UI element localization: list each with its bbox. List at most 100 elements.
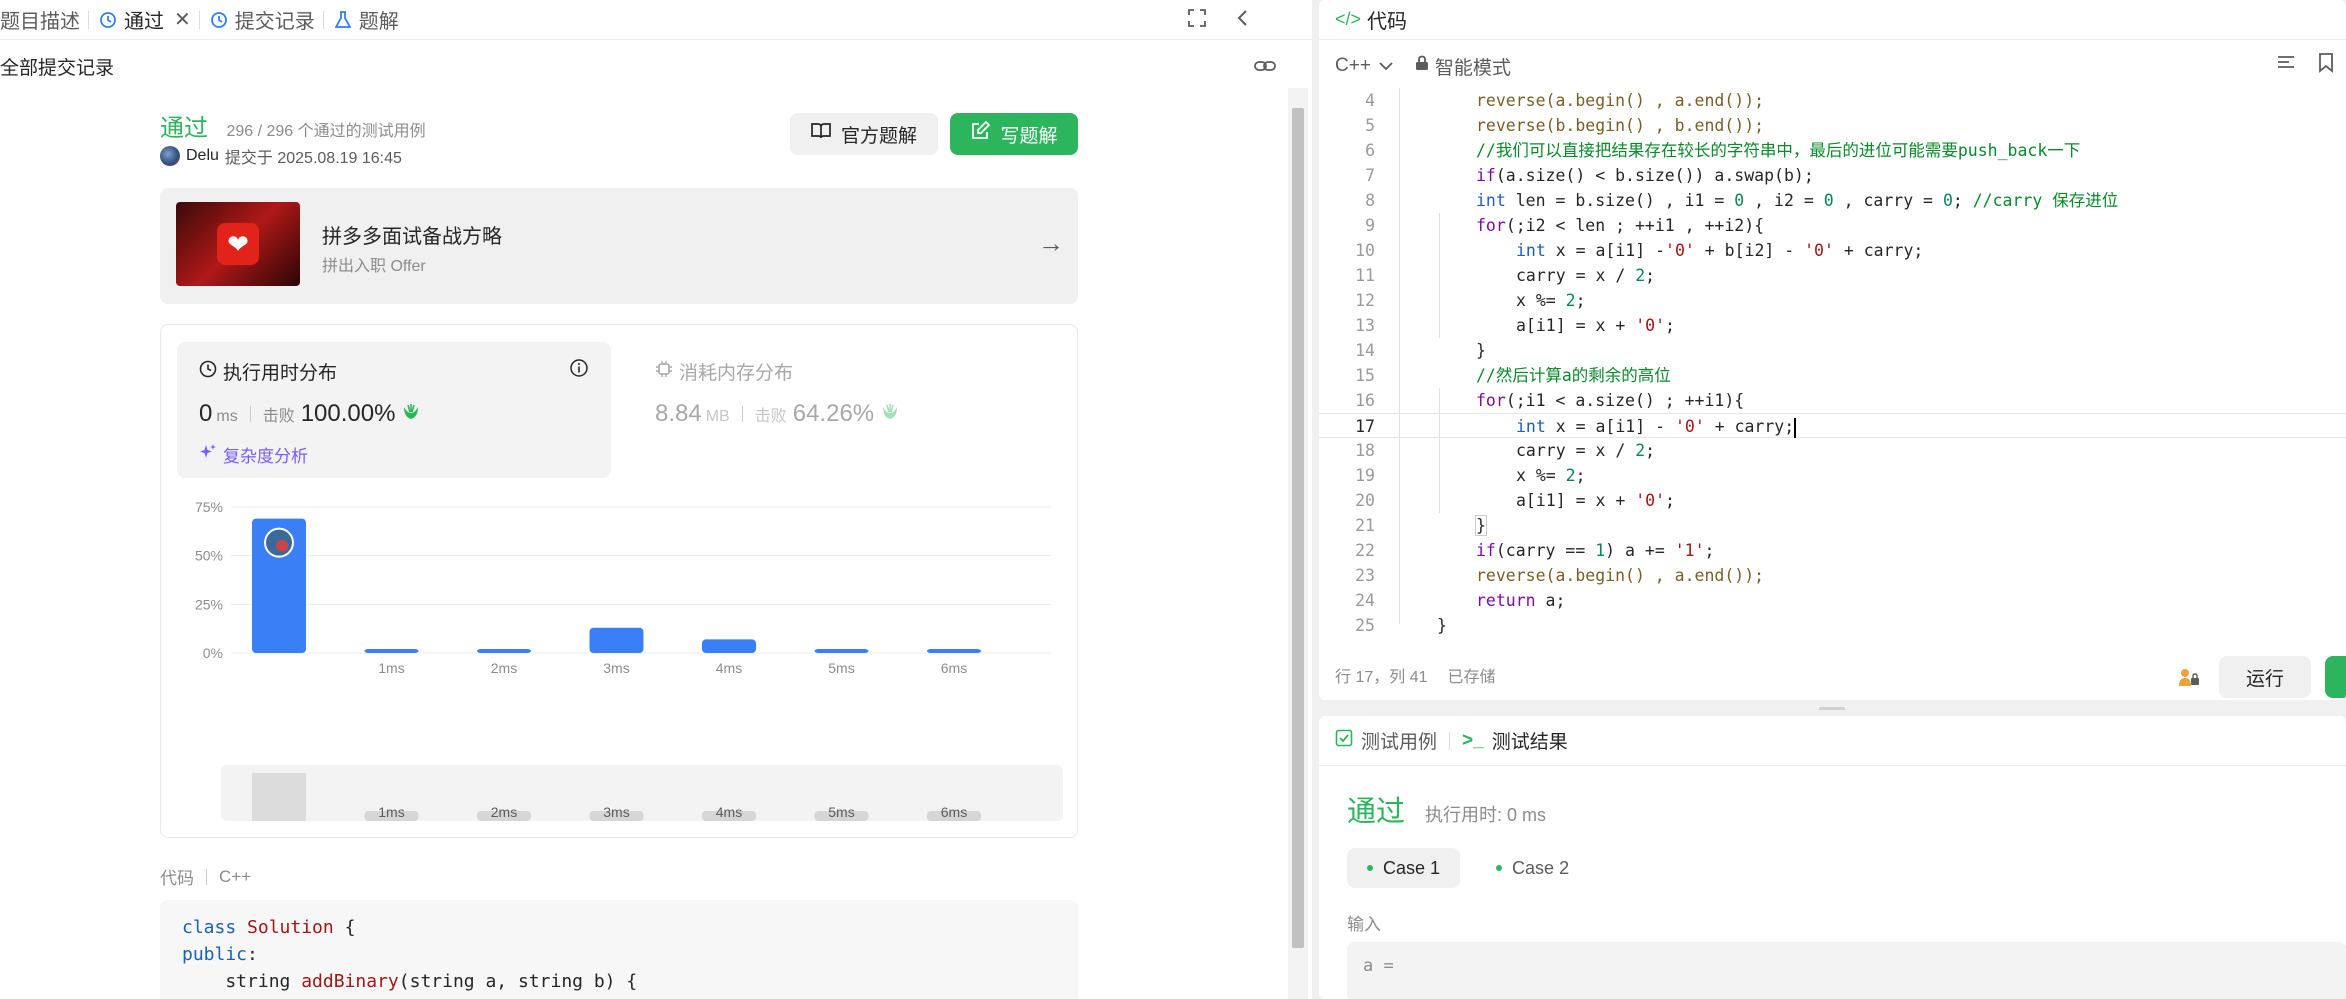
run-button[interactable]: 运行 bbox=[2219, 656, 2311, 698]
format-icon[interactable] bbox=[2276, 54, 2296, 78]
tab-solutions[interactable]: 题解 bbox=[324, 0, 407, 40]
code-editor[interactable]: 4 reverse(a.begin() , a.end()); 5 reverse(… bbox=[1319, 88, 2346, 636]
result-runtime: 执行用时: 0 ms bbox=[1425, 805, 1547, 825]
memory-title: 消耗内存分布 bbox=[655, 358, 793, 385]
pass-dot-icon bbox=[1496, 865, 1503, 871]
collapse-icon[interactable] bbox=[1236, 9, 1248, 32]
code-line[interactable]: 14} bbox=[1319, 338, 2346, 363]
sparkle-icon bbox=[199, 443, 217, 466]
right-panel: </> 代码 C++ 智能模式 4 reverse(a.begin() , a.… bbox=[1319, 0, 2346, 999]
ai-assistant-icon[interactable] bbox=[2177, 666, 2201, 693]
cursor-position: 行 17，列 41 bbox=[1335, 669, 1428, 686]
mini-bar bbox=[252, 773, 306, 821]
code-line[interactable]: 12 x %= 2; bbox=[1319, 288, 2346, 313]
history-icon bbox=[208, 9, 230, 31]
editor-toolbar: C++ 智能模式 bbox=[1319, 46, 2346, 86]
smart-mode-toggle[interactable]: 智能模式 bbox=[1415, 53, 1511, 80]
tab-submissions[interactable]: 提交记录 bbox=[200, 0, 323, 40]
code-line[interactable]: 4 reverse(a.begin() , a.end()); bbox=[1319, 88, 2346, 113]
beats-label: 击败 bbox=[754, 408, 787, 425]
mini-x-tick-label: 4ms bbox=[716, 804, 742, 820]
arrow-right-icon[interactable]: → bbox=[1038, 228, 1064, 259]
stats-panel: 执行用时分布 0 ms 击败 100.00% 复杂度分析 消耗内存分布 8.84… bbox=[160, 324, 1078, 838]
left-toolbar bbox=[1188, 0, 1248, 40]
tab-test-results[interactable]: >_ 测试结果 bbox=[1462, 727, 1568, 754]
vertical-resize-handle[interactable] bbox=[1819, 707, 1845, 710]
code-line[interactable]: 10 int x = a[i1] -'0' + b[i2] - '0' + car… bbox=[1319, 238, 2346, 263]
code-line[interactable]: 7 if(a.size() < b.size()) a.swap(b); bbox=[1319, 163, 2346, 188]
input-value-box[interactable]: a = bbox=[1347, 942, 2346, 999]
fullscreen-icon[interactable] bbox=[1188, 8, 1206, 32]
username[interactable]: Delu bbox=[186, 147, 219, 165]
status-text: 通过 bbox=[160, 115, 208, 142]
all-submissions-link[interactable]: 全部提交记录 bbox=[0, 53, 114, 80]
share-link-icon[interactable] bbox=[1254, 56, 1276, 82]
mini-x-tick-label: 1ms bbox=[378, 804, 404, 820]
code-line[interactable]: 11 carry = x / 2; bbox=[1319, 263, 2346, 288]
code-line[interactable]: 23 reverse(a.begin() , a.end()); bbox=[1319, 563, 2346, 588]
code-line[interactable]: 9 for(;i2 < len ; ++i1 , ++i2){ bbox=[1319, 213, 2346, 238]
submit-info: Delu 提交于 2025.08.19 16:45 bbox=[160, 144, 402, 168]
code-line[interactable]: 21} bbox=[1319, 513, 2346, 538]
code-line: class Solution { bbox=[182, 917, 356, 938]
tab-description[interactable]: 题目描述 bbox=[0, 0, 88, 40]
panel-resize-handle[interactable] bbox=[1312, 0, 1319, 999]
memory-card[interactable]: 消耗内存分布 8.84 MB 击败 64.26% bbox=[633, 342, 1053, 478]
lock-icon bbox=[1415, 55, 1429, 77]
bookmark-icon[interactable] bbox=[2318, 53, 2334, 79]
pinduoduo-logo-icon: ❤ bbox=[217, 223, 259, 265]
chart-range-selector[interactable]: 1ms 2ms 3ms 4ms 5ms 6ms bbox=[221, 765, 1063, 821]
code-line-current[interactable]: 17 int x = a[i1] - '0' + carry; bbox=[1319, 413, 2346, 438]
code-line[interactable]: 5 reverse(b.begin() , b.end()); bbox=[1319, 113, 2346, 138]
close-tab-icon[interactable]: ✕ bbox=[174, 7, 191, 32]
code-line[interactable]: 20 a[i1] = x + '0'; bbox=[1319, 488, 2346, 513]
code-icon: </> bbox=[1335, 9, 1362, 29]
chart-y-tick-label: 50% bbox=[195, 548, 223, 564]
code-line[interactable]: 8 int len = b.size() , i1 = 0 , i2 = 0 , … bbox=[1319, 188, 2346, 213]
runtime-metric: 0 ms 击败 100.00% bbox=[199, 400, 421, 428]
avatar[interactable] bbox=[160, 146, 180, 166]
code-line[interactable]: 18 carry = x / 2; bbox=[1319, 438, 2346, 463]
code-line[interactable]: 22 if(carry == 1) a += '1'; bbox=[1319, 538, 2346, 563]
write-solution-button[interactable]: 写题解 bbox=[950, 113, 1078, 155]
test-result-panel: 测试用例 >_ 测试结果 通过 执行用时: 0 ms Case 1 Case 2… bbox=[1319, 716, 2346, 999]
chevron-down-icon bbox=[1379, 55, 1393, 77]
case-tab-1[interactable]: Case 1 bbox=[1347, 848, 1461, 888]
result-pass-text: 通过 bbox=[1347, 796, 1406, 828]
code-line[interactable]: 19 x %= 2; bbox=[1319, 463, 2346, 488]
code-line[interactable]: 6//我们可以直接把结果存在较长的字符串中，最后的进位可能需要push_back… bbox=[1319, 138, 2346, 163]
memory-beats-percent: 64.26% bbox=[792, 400, 875, 427]
code-line[interactable]: 16 for(;i1 < a.size() ; ++i1){ bbox=[1319, 388, 2346, 413]
ad-banner[interactable]: ❤ 拼多多面试备战方略 拼出入职 Offer → bbox=[160, 188, 1078, 304]
code-header: 代码 C++ bbox=[160, 866, 252, 889]
chip-icon bbox=[655, 360, 673, 384]
language-select[interactable]: C++ bbox=[1335, 55, 1393, 77]
scroll-thumb[interactable] bbox=[1292, 108, 1304, 948]
case-tab-2[interactable]: Case 2 bbox=[1476, 848, 1589, 888]
complexity-analysis-link[interactable]: 复杂度分析 bbox=[199, 442, 308, 467]
code-line[interactable]: 24 return a; bbox=[1319, 588, 2346, 613]
pass-dot-icon bbox=[1367, 865, 1373, 871]
left-scrollbar[interactable] bbox=[1288, 88, 1308, 999]
status-row: 通过 296 / 296 个通过的测试用例 bbox=[160, 108, 426, 143]
chart-bar bbox=[814, 649, 869, 653]
info-icon[interactable] bbox=[569, 358, 589, 383]
tab-testcases[interactable]: 测试用例 bbox=[1335, 727, 1437, 754]
tab-accepted[interactable]: 通过 ✕ bbox=[89, 0, 199, 40]
mini-x-tick-label: 3ms bbox=[603, 804, 629, 820]
all-submissions-bar: 全部提交记录 bbox=[0, 46, 1312, 86]
clock-icon bbox=[199, 360, 217, 384]
official-solution-button[interactable]: 官方题解 bbox=[790, 113, 938, 155]
runtime-beats-percent: 100.00% bbox=[300, 400, 396, 427]
submit-button[interactable] bbox=[2325, 656, 2346, 698]
code-line[interactable]: 25} bbox=[1319, 613, 2346, 636]
chart-x-tick-label: 6ms bbox=[941, 660, 967, 676]
chart-bar bbox=[702, 639, 756, 653]
chart-x-tick-label: 1ms bbox=[378, 660, 404, 676]
code-line[interactable]: 15//然后计算a的剩余的高位 bbox=[1319, 363, 2346, 388]
runtime-card[interactable]: 执行用时分布 0 ms 击败 100.00% 复杂度分析 bbox=[177, 342, 611, 478]
ad-image: ❤ bbox=[176, 202, 300, 286]
chart-bar bbox=[364, 649, 419, 653]
runtime-value: 0 bbox=[199, 400, 213, 427]
code-line[interactable]: 13 a[i1] = x + '0'; bbox=[1319, 313, 2346, 338]
